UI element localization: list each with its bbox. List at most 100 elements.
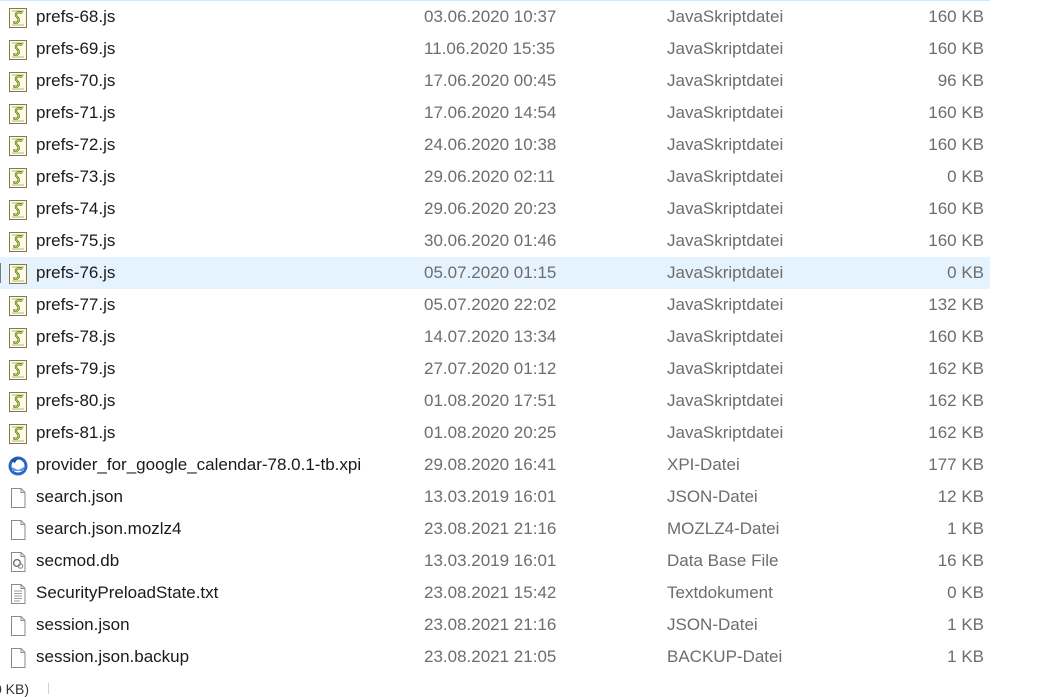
file-size: 162 KB bbox=[928, 391, 984, 410]
file-row[interactable]: prefs-72.js 24.06.2020 10:38 JavaSkriptdat… bbox=[0, 129, 990, 161]
file-type: BACKUP-Datei bbox=[667, 647, 783, 666]
file-size: 132 KB bbox=[928, 295, 984, 314]
file-size: 162 KB bbox=[928, 359, 984, 378]
file-date: 29.08.2020 16:41 bbox=[424, 455, 557, 474]
file-type: JavaSkriptdatei bbox=[667, 327, 784, 346]
file-size: 160 KB bbox=[928, 135, 984, 154]
file-name: prefs-71.js bbox=[36, 103, 116, 122]
file-size: 96 KB bbox=[937, 71, 984, 90]
file-type: JSON-Datei bbox=[667, 615, 758, 634]
blank-file-icon bbox=[7, 487, 29, 509]
file-date: 05.07.2020 01:15 bbox=[424, 263, 557, 282]
file-date: 24.06.2020 10:38 bbox=[424, 135, 557, 154]
file-row[interactable]: session.json 23.08.2021 21:16 JSON-Datei 1 … bbox=[0, 609, 990, 641]
file-date: 29.06.2020 02:11 bbox=[424, 167, 556, 186]
file-size: 177 KB bbox=[928, 455, 984, 474]
js-script-icon bbox=[7, 295, 29, 317]
file-row[interactable]: prefs-69.js 11.06.2020 15:35 JavaSkriptdat… bbox=[0, 33, 990, 65]
blank-file-icon bbox=[7, 647, 29, 669]
file-date: 01.08.2020 17:51 bbox=[424, 391, 557, 410]
file-name: prefs-69.js bbox=[36, 39, 116, 58]
file-name: prefs-70.js bbox=[36, 71, 116, 90]
file-type: MOZLZ4-Datei bbox=[667, 519, 780, 538]
file-row[interactable]: prefs-75.js 30.06.2020 01:46 JavaSkriptdat… bbox=[0, 225, 990, 257]
file-name: prefs-79.js bbox=[36, 359, 116, 378]
file-size: 1 KB bbox=[947, 647, 984, 666]
file-type: Textdokument bbox=[667, 583, 773, 602]
file-row[interactable]: prefs-73.js 29.06.2020 02:11 JavaSkriptdat… bbox=[0, 161, 990, 193]
file-type: JavaSkriptdatei bbox=[667, 263, 784, 282]
file-row[interactable]: prefs-80.js 01.08.2020 17:51 JavaSkriptdat… bbox=[0, 385, 990, 417]
file-size: 1 KB bbox=[947, 615, 984, 634]
status-text: 0 KB) bbox=[0, 681, 30, 697]
js-script-icon bbox=[7, 103, 29, 125]
file-type: JSON-Datei bbox=[667, 487, 758, 506]
file-date: 14.07.2020 13:34 bbox=[424, 327, 557, 346]
file-name: SecurityPreloadState.txt bbox=[36, 583, 219, 602]
file-name: prefs-74.js bbox=[36, 199, 116, 218]
blank-file-icon bbox=[7, 615, 29, 637]
file-row[interactable]: provider_for_google_calendar-78.0.1-tb.x… bbox=[0, 449, 990, 481]
file-name: session.json.backup bbox=[36, 647, 190, 666]
file-size: 0 KB bbox=[947, 263, 984, 282]
file-row[interactable]: session.json.backup 23.08.2021 21:05 BACKU… bbox=[0, 641, 990, 673]
file-date: 17.06.2020 00:45 bbox=[424, 71, 557, 90]
file-row[interactable]: prefs-77.js 05.07.2020 22:02 JavaSkriptdat… bbox=[0, 289, 990, 321]
js-script-icon bbox=[7, 39, 29, 61]
file-name: session.json bbox=[36, 615, 130, 634]
file-size: 160 KB bbox=[928, 327, 984, 346]
file-row[interactable]: SecurityPreloadState.txt 23.08.2021 15:42… bbox=[0, 577, 990, 609]
file-type: JavaSkriptdatei bbox=[667, 103, 784, 122]
file-row[interactable]: search.json.mozlz4 23.08.2021 21:16 MOZLZ4… bbox=[0, 513, 990, 545]
file-name: search.json bbox=[36, 487, 123, 506]
file-row[interactable]: prefs-76.js 05.07.2020 01:15 JavaSkriptdat… bbox=[0, 257, 990, 289]
file-date: 30.06.2020 01:46 bbox=[424, 231, 557, 250]
file-name: prefs-72.js bbox=[36, 135, 116, 154]
text-file-icon bbox=[7, 583, 29, 605]
file-name: prefs-80.js bbox=[36, 391, 116, 410]
js-script-icon bbox=[7, 423, 29, 445]
js-script-icon bbox=[7, 199, 29, 221]
js-script-icon bbox=[7, 263, 29, 285]
file-name: prefs-77.js bbox=[36, 295, 116, 314]
database-file-icon bbox=[7, 551, 29, 573]
file-type: JavaSkriptdatei bbox=[667, 135, 784, 154]
file-type: JavaSkriptdatei bbox=[667, 391, 784, 410]
file-row[interactable]: prefs-78.js 14.07.2020 13:34 JavaSkriptdat… bbox=[0, 321, 990, 353]
file-row[interactable]: prefs-74.js 29.06.2020 20:23 JavaSkriptdat… bbox=[0, 193, 990, 225]
file-row[interactable]: prefs-79.js 27.07.2020 01:12 JavaSkriptdat… bbox=[0, 353, 990, 385]
file-row[interactable]: secmod.db 13.03.2019 16:01 Data Base File 1… bbox=[0, 545, 990, 577]
status-separator bbox=[48, 683, 49, 694]
file-size: 16 KB bbox=[937, 551, 984, 570]
file-row[interactable]: prefs-68.js 03.06.2020 10:37 JavaSkriptdat… bbox=[0, 1, 990, 33]
file-date: 13.03.2019 16:01 bbox=[424, 487, 557, 506]
file-size: 160 KB bbox=[928, 231, 984, 250]
file-type: JavaSkriptdatei bbox=[667, 71, 784, 90]
file-row[interactable]: prefs-81.js 01.08.2020 20:25 JavaSkriptdat… bbox=[0, 417, 990, 449]
file-date: 17.06.2020 14:54 bbox=[424, 103, 557, 122]
blank-file-icon bbox=[7, 519, 29, 541]
file-type: JavaSkriptdatei bbox=[667, 295, 784, 314]
file-date: 27.07.2020 01:12 bbox=[424, 359, 557, 378]
js-script-icon bbox=[7, 359, 29, 381]
file-date: 23.08.2021 21:05 bbox=[424, 647, 557, 666]
file-type: JavaSkriptdatei bbox=[667, 199, 784, 218]
js-script-icon bbox=[7, 7, 29, 29]
js-script-icon bbox=[7, 391, 29, 413]
file-date: 23.08.2021 21:16 bbox=[424, 615, 557, 634]
file-type: JavaSkriptdatei bbox=[667, 39, 784, 58]
file-name: prefs-81.js bbox=[36, 423, 116, 442]
file-list[interactable]: prefs-68.js 03.06.2020 10:37 JavaSkriptdat… bbox=[0, 1, 990, 673]
file-type: JavaSkriptdatei bbox=[667, 359, 784, 378]
file-date: 03.06.2020 10:37 bbox=[424, 7, 557, 26]
file-name: prefs-75.js bbox=[36, 231, 116, 250]
js-script-icon bbox=[7, 135, 29, 157]
status-bar: 0 KB) bbox=[0, 679, 1055, 697]
file-size: 0 KB bbox=[947, 167, 984, 186]
file-size: 162 KB bbox=[928, 423, 984, 442]
file-row[interactable]: search.json 13.03.2019 16:01 JSON-Datei 12 … bbox=[0, 481, 990, 513]
file-row[interactable]: prefs-70.js 17.06.2020 00:45 JavaSkriptdat… bbox=[0, 65, 990, 97]
file-date: 29.06.2020 20:23 bbox=[424, 199, 557, 218]
file-row[interactable]: prefs-71.js 17.06.2020 14:54 JavaSkriptdat… bbox=[0, 97, 990, 129]
file-size: 160 KB bbox=[928, 39, 984, 58]
